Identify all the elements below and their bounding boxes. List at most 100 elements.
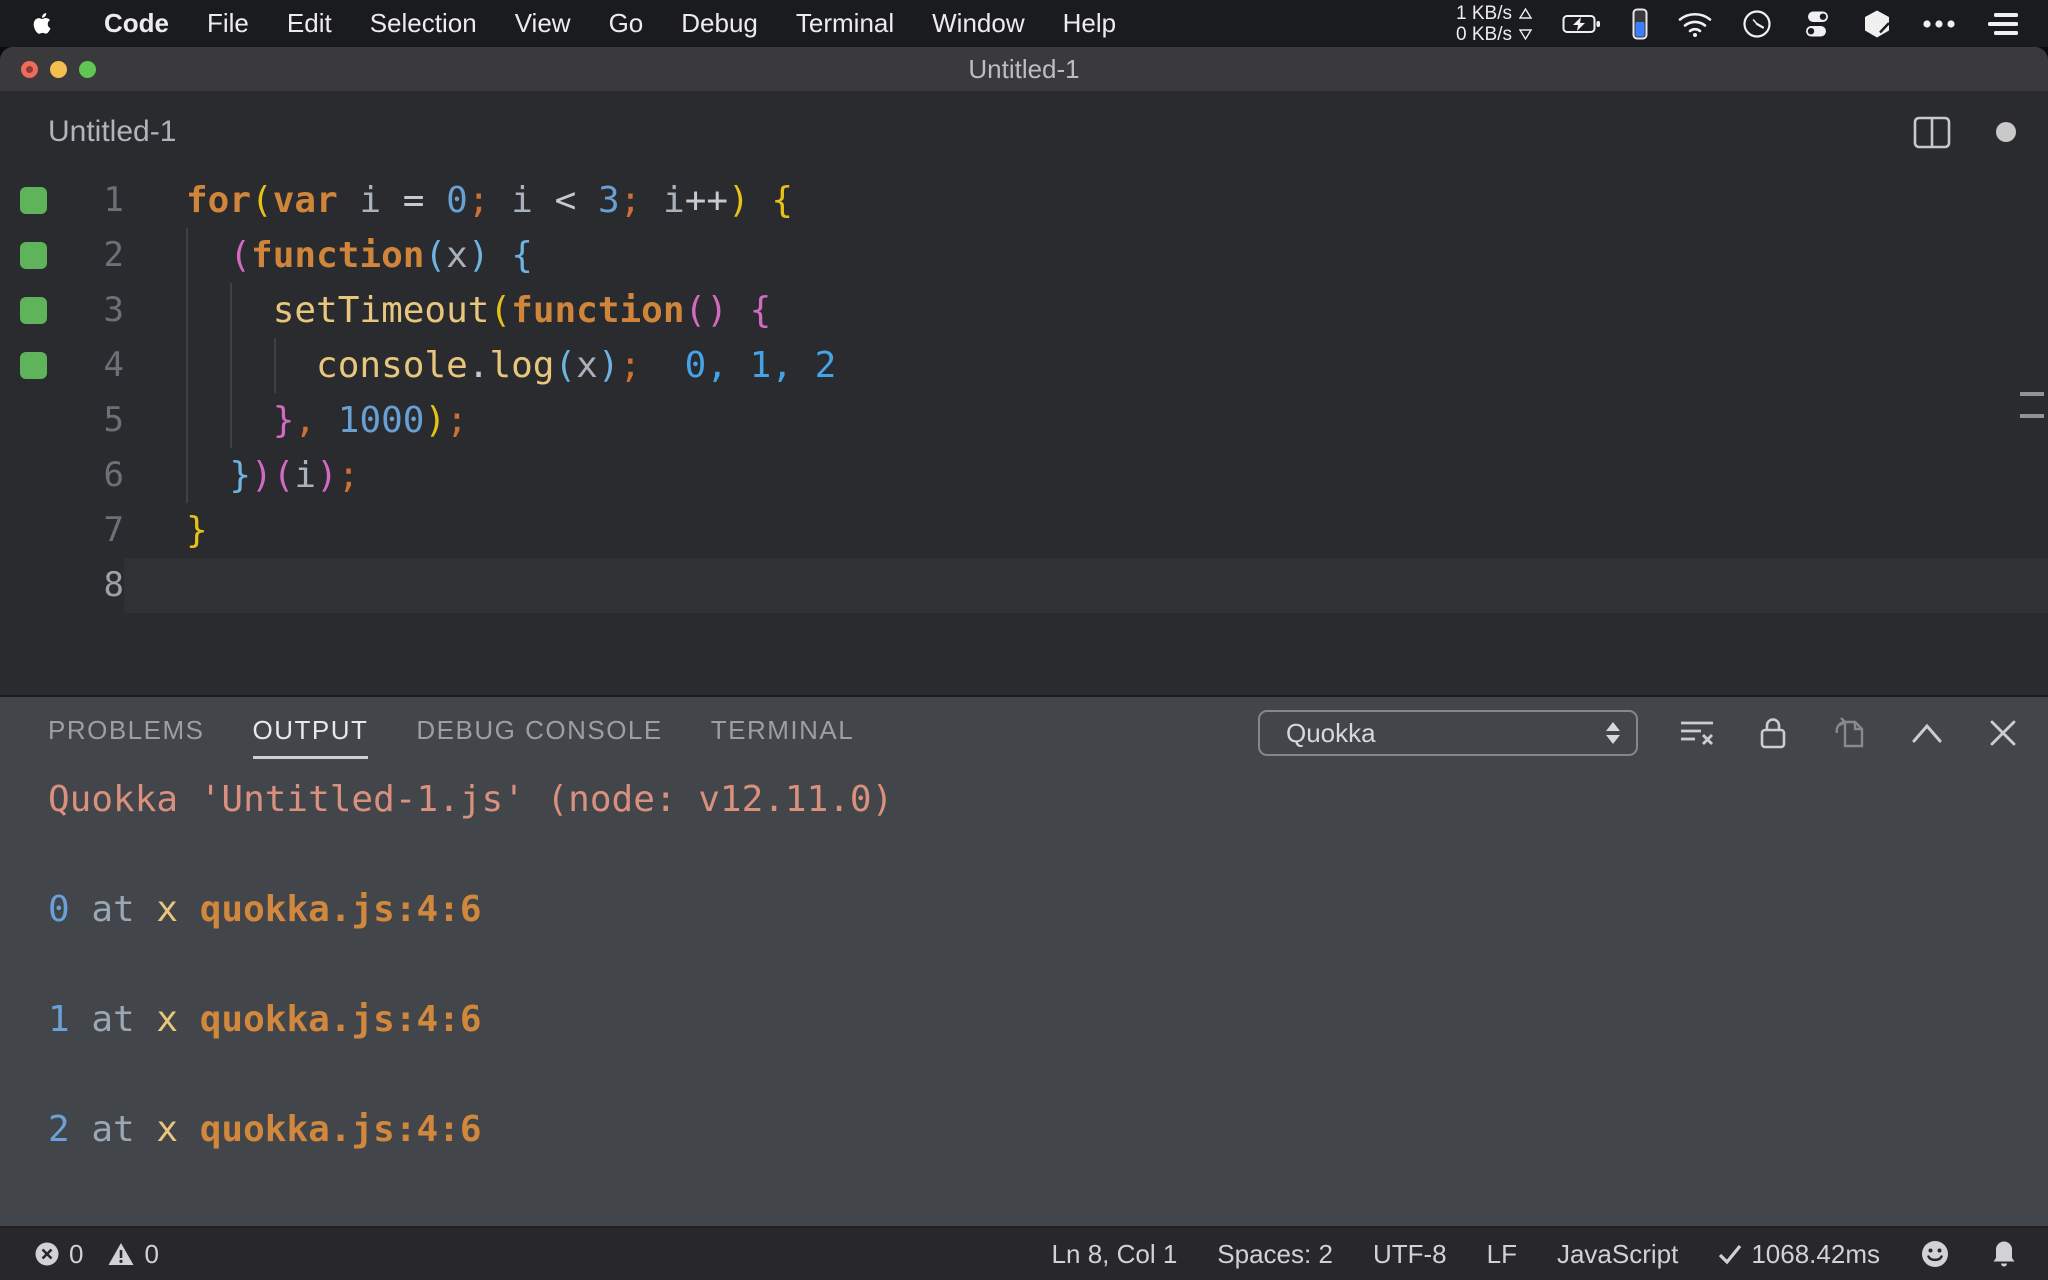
menu-item-terminal[interactable]: Terminal [777,8,913,39]
menu-item-help[interactable]: Help [1044,8,1135,39]
quokka-coverage-square [20,242,47,269]
code-token: console [316,345,468,386]
list-icon[interactable] [1986,11,2020,37]
window-title: Untitled-1 [968,53,1080,84]
clear-output-icon[interactable] [1675,711,1719,755]
apple-menu[interactable] [30,9,55,38]
run-time-value: 1068.42ms [1751,1238,1880,1269]
code-token: ) [728,180,750,221]
code-token: )( [251,455,295,496]
quokka-coverage-square [20,297,47,324]
toggles-icon[interactable] [1802,9,1832,39]
variable-name: x [156,999,179,1040]
cube-icon[interactable] [1862,9,1892,39]
line-number: 7 [103,510,124,550]
net-down-label: 0 KB/s [1456,23,1512,45]
clock-icon[interactable] [1742,9,1772,39]
variable-name: x [156,889,179,930]
output-channel-dropdown[interactable]: Quokka [1258,710,1638,756]
cursor-position[interactable]: Ln 8, Col 1 [1052,1239,1178,1270]
indent-guide [186,283,188,338]
feedback-smiley-icon[interactable] [1920,1239,1950,1269]
phone-battery-icon[interactable] [1632,8,1648,40]
panel-tab-problems[interactable]: PROBLEMS [48,715,205,759]
menu-item-code[interactable]: Code [85,8,188,39]
logged-value: 1 [48,999,70,1040]
code-line-8[interactable]: 8 [0,558,2048,613]
menu-item-view[interactable]: View [496,8,590,39]
bottom-panel: PROBLEMS OUTPUT DEBUG CONSOLE TERMINAL Quok… [0,695,2048,1226]
notifications-bell-icon[interactable] [1990,1239,2018,1269]
menu-item-selection[interactable]: Selection [351,8,496,39]
indentation-setting[interactable]: Spaces: 2 [1217,1239,1333,1270]
code-line-6[interactable]: 6 })(i); [0,448,2048,503]
code-text: (function(x) { [124,228,2048,283]
code-token: . [467,345,490,386]
macos-menu-bar: Code File Edit Selection View Go Debug Terminal… [0,0,2048,47]
code-line-3[interactable]: 3 setTimeout(function() { [0,283,2048,338]
code-lines: 1 for(var i = 0; i < 3; i++) {2 (function… [0,173,2048,613]
zoom-window-button[interactable] [79,60,96,78]
file-encoding[interactable]: UTF-8 [1373,1239,1447,1270]
minimize-window-button[interactable] [50,60,67,78]
menu-item-debug[interactable]: Debug [662,8,777,39]
output-console[interactable]: Quokka 'Untitled-1.js' (node: v12.11.0) … [0,761,2048,1226]
code-token: } [272,400,295,441]
menu-item-go[interactable]: Go [590,8,663,39]
panel-tab-output[interactable]: OUTPUT [252,715,369,759]
source-location[interactable]: quokka.js:4:6 [178,889,482,930]
coverage-gutter [0,393,64,448]
menu-item-edit[interactable]: Edit [268,8,351,39]
unsaved-changes-dot[interactable] [1996,122,2016,142]
code-editor[interactable]: 1 for(var i = 0; i < 3; i++) {2 (function… [0,173,2048,695]
menu-item-window[interactable]: Window [913,8,1043,39]
code-token: < [532,180,598,221]
code-token: ; [467,180,490,221]
open-output-in-editor-icon[interactable] [1828,711,1872,755]
code-line-7[interactable]: 7} [0,503,2048,558]
problems-indicator[interactable]: 0 [34,1239,83,1270]
panel-tabs: PROBLEMS OUTPUT DEBUG CONSOLE TERMINAL [0,697,2048,759]
wifi-icon[interactable] [1678,11,1712,37]
code-line-4[interactable]: 4 console.log(x); 0, 1, 2 [0,338,2048,393]
source-location[interactable]: quokka.js:4:6 [178,999,482,1040]
warning-count: 0 [144,1238,159,1269]
code-token: ( [251,180,273,221]
code-token: , [294,400,317,441]
panel-tab-terminal[interactable]: TERMINAL [711,715,854,759]
tab-title[interactable]: Untitled-1 [48,115,176,149]
code-line-5[interactable]: 5 }, 1000); [0,393,2048,448]
code-token: x [576,345,598,386]
variable-name: x [156,1109,179,1150]
battery-icon[interactable] [1562,14,1602,34]
quokka-run-time[interactable]: 1068.42ms [1718,1239,1880,1270]
indent-guide [230,393,232,448]
maximize-panel-icon[interactable] [1905,711,1949,755]
indent-guide [186,393,188,448]
source-location[interactable]: quokka.js:4:6 [178,1109,482,1150]
code-token: { [771,180,794,221]
network-speed-indicator[interactable]: 1 KB/s 0 KB/s [1456,3,1532,45]
panel-tab-debug-console[interactable]: DEBUG CONSOLE [416,715,662,759]
dropdown-value: Quokka [1286,717,1376,748]
code-token: ( [554,345,577,386]
warnings-indicator[interactable]: 0 [107,1238,159,1270]
code-line-1[interactable]: 1 for(var i = 0; i < 3; i++) { [0,173,2048,228]
check-icon [1718,1243,1742,1265]
language-mode[interactable]: JavaScript [1557,1239,1678,1270]
code-token: ( [424,235,447,276]
lock-icon[interactable] [1751,711,1795,755]
ellipsis-icon[interactable] [1922,19,1956,29]
code-token: i [359,180,382,221]
split-editor-icon[interactable] [1913,116,1951,149]
close-window-button[interactable] [21,60,38,78]
code-text: console.log(x); 0, 1, 2 [124,338,2048,393]
close-panel-icon[interactable] [1981,711,2025,755]
menu-item-file[interactable]: File [188,8,268,39]
indent-guide [274,338,276,393]
code-line-2[interactable]: 2 (function(x) { [0,228,2048,283]
window-titlebar[interactable]: Untitled-1 [0,47,2048,91]
end-of-line-setting[interactable]: LF [1487,1239,1517,1270]
